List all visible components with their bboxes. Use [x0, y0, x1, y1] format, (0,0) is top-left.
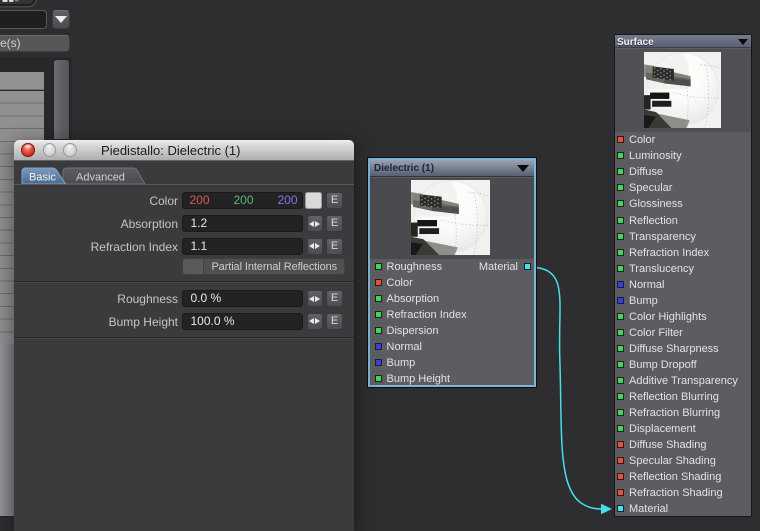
- svg-text:Basic: Basic: [29, 172, 56, 184]
- svg-text:Advanced: Advanced: [76, 172, 125, 184]
